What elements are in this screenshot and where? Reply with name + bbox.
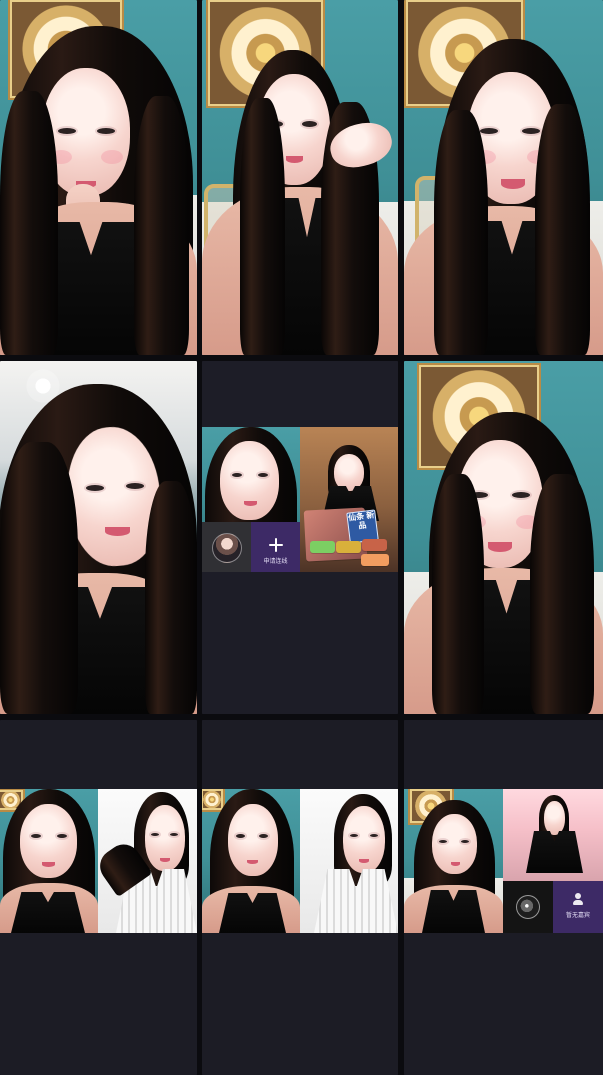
eye-left <box>58 128 76 134</box>
video-feed <box>404 0 603 355</box>
eye-right <box>302 121 317 127</box>
video-feed <box>0 361 197 714</box>
mouth <box>501 179 525 189</box>
video-feed <box>404 361 603 714</box>
guest-stream[interactable] <box>503 789 603 881</box>
mouth <box>244 501 257 506</box>
mouth <box>105 527 130 536</box>
food-box <box>362 539 387 551</box>
avatar <box>212 533 242 563</box>
split-stream-right[interactable] <box>98 789 197 933</box>
hair-left <box>434 110 488 355</box>
mini-avatar-tile <box>202 522 251 572</box>
face <box>228 804 278 876</box>
blush-right <box>101 150 123 164</box>
mouth <box>160 858 170 862</box>
food-box <box>361 554 389 566</box>
hair-left <box>240 98 285 355</box>
hair-right <box>530 474 594 714</box>
plus-icon <box>268 538 283 552</box>
stream-tile-3[interactable] <box>404 0 603 355</box>
mini-stream-right[interactable]: 仙条 新品 <box>300 427 398 572</box>
split-stream-right[interactable] <box>300 789 398 933</box>
stream-tile-6[interactable] <box>404 361 603 714</box>
eye-left <box>151 833 159 836</box>
empty-top-area <box>404 720 603 789</box>
apply-link-button[interactable]: 申请连线 <box>251 522 300 572</box>
face <box>334 454 364 491</box>
empty-bottom-area <box>404 933 603 1075</box>
user-icon <box>571 892 585 906</box>
video-feed <box>0 0 197 355</box>
video-feed <box>202 0 398 355</box>
eye-left <box>480 128 498 134</box>
mouth <box>42 862 55 867</box>
eye-right <box>97 128 115 134</box>
empty-top-area <box>202 720 398 789</box>
eye-right <box>522 128 540 134</box>
hair-left <box>0 91 58 355</box>
split-stream-left[interactable] <box>404 789 503 933</box>
eye-right <box>461 840 469 843</box>
camera-icon <box>516 895 540 919</box>
mouth <box>488 542 512 552</box>
food-box <box>310 541 335 553</box>
camera-panel[interactable] <box>503 881 553 933</box>
no-guest-label: 暂无嘉宾 <box>565 913 590 919</box>
apply-link-label: 申请连线 <box>263 559 288 565</box>
face <box>220 441 279 520</box>
eye-right <box>258 473 268 477</box>
eye-left <box>439 840 447 843</box>
split-stream-left[interactable] <box>0 789 98 933</box>
mouth <box>286 156 303 163</box>
eye-left <box>350 834 358 837</box>
food-box <box>336 541 361 553</box>
eye-right <box>512 492 530 498</box>
hair-right <box>145 481 197 714</box>
empty-bottom-area <box>0 933 197 1075</box>
stream-tile-7[interactable] <box>0 720 197 1075</box>
empty-top-area <box>0 720 197 789</box>
eye-left <box>232 473 242 477</box>
eye-right <box>126 483 144 489</box>
eye-left <box>31 834 41 838</box>
stream-tile-5[interactable]: 仙条 新品 申请连线 <box>202 361 398 714</box>
hair-right <box>134 96 189 355</box>
stream-tile-1[interactable] <box>0 0 197 355</box>
eye-left <box>86 485 104 491</box>
eye-right <box>259 834 268 838</box>
empty-bottom-area <box>202 933 398 1075</box>
hair-left <box>432 474 484 714</box>
eye-left <box>236 834 245 838</box>
stream-tile-4[interactable] <box>0 361 197 714</box>
eye-right <box>370 834 378 837</box>
eye-right <box>57 834 67 838</box>
multi-stream-grid: 仙条 新品 申请连线 暂无嘉宾 <box>0 0 603 1075</box>
stream-tile-8[interactable] <box>202 720 398 1075</box>
hair-right <box>535 104 590 355</box>
mouth <box>247 860 258 864</box>
stream-tile-9[interactable]: 暂无嘉宾 <box>404 720 603 1075</box>
hair-left <box>0 442 78 714</box>
empty-guest-seat[interactable]: 暂无嘉宾 <box>553 881 603 933</box>
eye-right <box>170 833 178 836</box>
face <box>544 801 565 835</box>
split-stream-left[interactable] <box>202 789 300 933</box>
mouth <box>359 859 369 863</box>
mouth <box>451 862 460 866</box>
stream-tile-2[interactable] <box>202 0 398 355</box>
